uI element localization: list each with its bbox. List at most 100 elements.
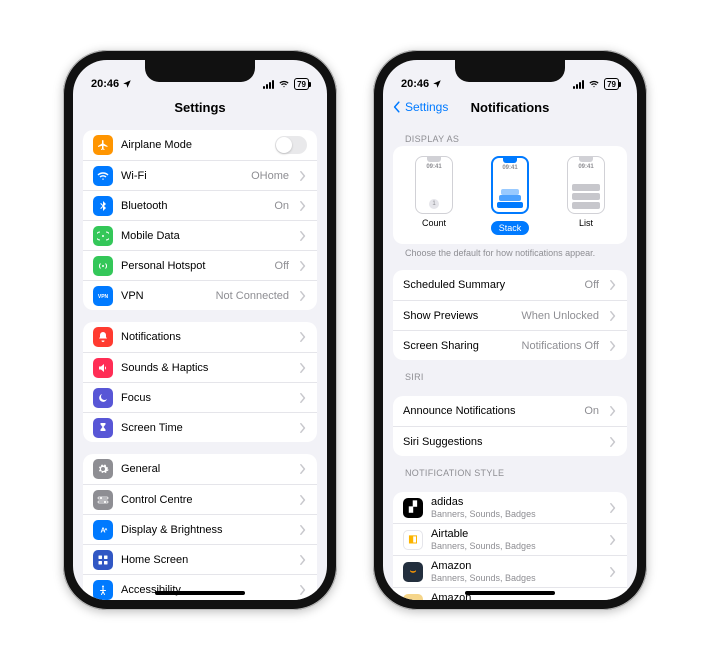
settings-list[interactable]: Airplane Mode Wi-FiOHomeBluetoothOn Mobile… xyxy=(73,122,327,600)
home-indicator[interactable] xyxy=(155,591,245,595)
figure-icon xyxy=(93,580,113,600)
row-label: Notifications xyxy=(121,331,281,343)
app-row-amazon[interactable]: ⌣AmazonBanners, Sounds, Badges xyxy=(393,555,627,587)
row-siri-siri-suggestions[interactable]: Siri Suggestions xyxy=(393,426,627,456)
app-row-adidas[interactable]: ▞adidasBanners, Sounds, Badges xyxy=(393,492,627,523)
brightness-icon: AA xyxy=(93,520,113,540)
app-row-airtable[interactable]: ◧AirtableBanners, Sounds, Badges xyxy=(393,523,627,555)
chevron-right-icon xyxy=(299,291,307,301)
row-label: Control Centre xyxy=(121,494,281,506)
chevron-right-icon xyxy=(609,503,617,513)
page-title: Notifications xyxy=(471,100,550,115)
settings-row-home-screen[interactable]: Home Screen xyxy=(83,544,317,574)
wifi-icon xyxy=(588,79,600,89)
chevron-right-icon xyxy=(609,406,617,416)
display-as-stack[interactable]: 09:41Stack xyxy=(475,156,545,236)
chevron-right-icon xyxy=(299,363,307,373)
row-siri-announce-notifications[interactable]: Announce NotificationsOn xyxy=(393,396,627,426)
nav-bar: Settings xyxy=(73,92,327,122)
device-notifications: 20:46 79 Settings No xyxy=(373,50,647,610)
settings-row-personal-hotspot[interactable]: Personal HotspotOff xyxy=(83,250,317,280)
display-as-list[interactable]: 09:41List xyxy=(551,156,621,236)
row-label: Bluetooth xyxy=(121,200,266,212)
group-notification-style: ▞adidasBanners, Sounds, Badges◧AirtableB… xyxy=(393,492,627,600)
chevron-right-icon xyxy=(609,535,617,545)
antenna-icon xyxy=(93,226,113,246)
row-label: Focus xyxy=(121,392,281,404)
display-as-footnote: Choose the default for how notifications… xyxy=(393,244,627,258)
app-sub: Banners, Sounds, Badges xyxy=(431,541,599,551)
chevron-right-icon xyxy=(299,393,307,403)
nav-bar: Settings Notifications xyxy=(383,92,637,122)
row-label: Sounds & Haptics xyxy=(121,362,281,374)
app-icon: ▞ xyxy=(403,498,423,518)
row-show-previews[interactable]: Show PreviewsWhen Unlocked xyxy=(393,300,627,330)
chevron-right-icon xyxy=(299,201,307,211)
settings-row-control-centre[interactable]: Control Centre xyxy=(83,484,317,514)
switches-icon xyxy=(93,490,113,510)
status-time: 20:46 xyxy=(401,78,429,90)
chevron-right-icon xyxy=(299,495,307,505)
app-icon: ⌣ xyxy=(403,594,423,601)
signal-icon xyxy=(573,80,584,89)
home-indicator[interactable] xyxy=(465,591,555,595)
row-value: On xyxy=(584,405,599,417)
notifications-list[interactable]: DISPLAY AS 09:411Count09:41Stack09:41Lis… xyxy=(383,122,637,600)
signal-icon xyxy=(263,80,274,89)
battery-indicator: 79 xyxy=(604,78,619,90)
svg-text:VPN: VPN xyxy=(98,294,109,300)
settings-row-bluetooth[interactable]: BluetoothOn xyxy=(83,190,317,220)
app-name: Amazon xyxy=(431,560,599,572)
settings-row-sounds-haptics[interactable]: Sounds & Haptics xyxy=(83,352,317,382)
location-icon xyxy=(122,79,132,89)
chevron-right-icon xyxy=(299,555,307,565)
settings-row-accessibility[interactable]: Accessibility xyxy=(83,574,317,600)
chevron-right-icon xyxy=(299,464,307,474)
airplane-icon xyxy=(93,135,113,155)
row-label: Airplane Mode xyxy=(121,139,267,151)
toggle[interactable] xyxy=(275,136,307,154)
row-label: Wi-Fi xyxy=(121,170,243,182)
chevron-right-icon xyxy=(609,599,617,601)
settings-row-wi-fi[interactable]: Wi-FiOHome xyxy=(83,160,317,190)
status-time: 20:46 xyxy=(91,78,119,90)
vpn-icon: VPN xyxy=(93,286,113,306)
row-label: Siri Suggestions xyxy=(403,436,591,448)
wifi-icon xyxy=(278,79,290,89)
row-label: Mobile Data xyxy=(121,230,281,242)
hotspot-icon xyxy=(93,256,113,276)
row-label: Display & Brightness xyxy=(121,524,281,536)
settings-row-focus[interactable]: Focus xyxy=(83,382,317,412)
battery-indicator: 79 xyxy=(294,78,309,90)
settings-row-notifications[interactable]: Notifications xyxy=(83,322,317,352)
settings-row-vpn[interactable]: VPNVPNNot Connected xyxy=(83,280,317,310)
app-icon: ⌣ xyxy=(403,562,423,582)
section-siri: SIRI xyxy=(393,360,627,384)
chevron-right-icon xyxy=(299,585,307,595)
chevron-right-icon xyxy=(609,437,617,447)
settings-row-screen-time[interactable]: Screen Time xyxy=(83,412,317,442)
chevron-right-icon xyxy=(299,261,307,271)
row-label: Scheduled Summary xyxy=(403,279,577,291)
settings-row-mobile-data[interactable]: Mobile Data xyxy=(83,220,317,250)
settings-row-general[interactable]: General xyxy=(83,454,317,484)
section-display-as: DISPLAY AS xyxy=(393,122,627,146)
chevron-right-icon xyxy=(299,231,307,241)
notch xyxy=(455,60,565,82)
settings-row-airplane-mode[interactable]: Airplane Mode xyxy=(83,130,317,160)
display-as-count[interactable]: 09:411Count xyxy=(399,156,469,236)
moon-icon xyxy=(93,388,113,408)
device-settings: 20:46 79 Settings Airplane Mode Wi-FiOHom… xyxy=(63,50,337,610)
settings-row-display-brightness[interactable]: AA Display & Brightness xyxy=(83,514,317,544)
row-value: Not Connected xyxy=(216,290,289,302)
group-summary: Scheduled SummaryOffShow PreviewsWhen Un… xyxy=(393,270,627,360)
row-scheduled-summary[interactable]: Scheduled SummaryOff xyxy=(393,270,627,300)
display-as-picker: 09:411Count09:41Stack09:41List xyxy=(393,146,627,244)
settings-group: Notifications Sounds & Haptics Focus Screen… xyxy=(83,322,317,442)
notch xyxy=(145,60,255,82)
bluetooth-icon xyxy=(93,196,113,216)
group-siri: Announce NotificationsOn Siri Suggestions xyxy=(393,396,627,456)
back-button[interactable]: Settings xyxy=(391,100,448,114)
row-label: Home Screen xyxy=(121,554,281,566)
row-screen-sharing[interactable]: Screen SharingNotifications Off xyxy=(393,330,627,360)
